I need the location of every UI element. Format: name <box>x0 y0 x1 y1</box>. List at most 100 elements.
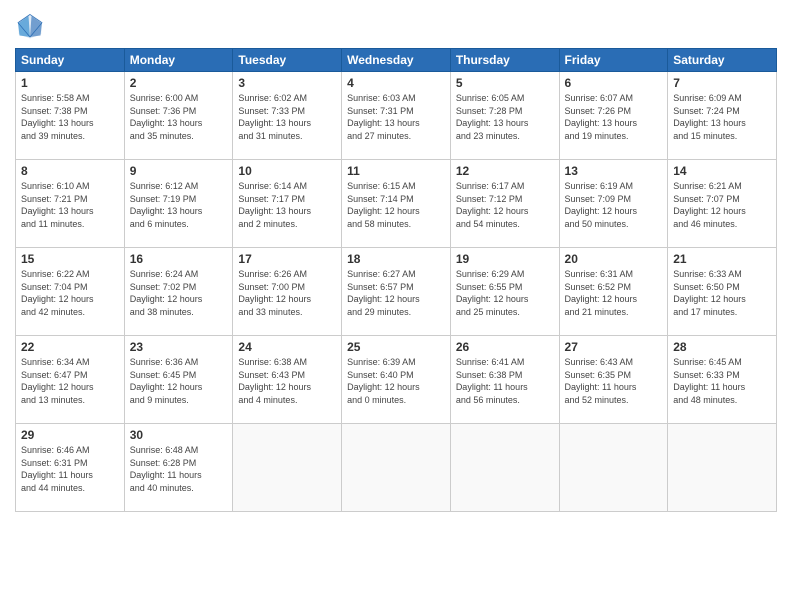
day-info: Sunrise: 6:05 AM Sunset: 7:28 PM Dayligh… <box>456 92 554 142</box>
day-info: Sunrise: 6:19 AM Sunset: 7:09 PM Dayligh… <box>565 180 663 230</box>
weekday-row: SundayMondayTuesdayWednesdayThursdayFrid… <box>16 49 777 72</box>
calendar-day: 12 Sunrise: 6:17 AM Sunset: 7:12 PM Dayli… <box>450 160 559 248</box>
day-number: 30 <box>130 428 228 442</box>
calendar-week: 22 Sunrise: 6:34 AM Sunset: 6:47 PM Dayli… <box>16 336 777 424</box>
calendar-day: 10 Sunrise: 6:14 AM Sunset: 7:17 PM Dayli… <box>233 160 342 248</box>
calendar-week: 15Sunrise: 6:22 AM Sunset: 7:04 PM Dayli… <box>16 248 777 336</box>
day-number: 12 <box>456 164 554 178</box>
day-number: 24 <box>238 340 336 354</box>
calendar-day: 7 Sunrise: 6:09 AM Sunset: 7:24 PM Daylig… <box>668 72 777 160</box>
day-info: Sunrise: 6:14 AM Sunset: 7:17 PM Dayligh… <box>238 180 336 230</box>
day-info: Sunrise: 6:26 AM Sunset: 7:00 PM Dayligh… <box>238 268 336 318</box>
day-number: 18 <box>347 252 445 266</box>
calendar-day: 3Sunrise: 6:02 AM Sunset: 7:33 PM Daylig… <box>233 72 342 160</box>
day-number: 22 <box>21 340 119 354</box>
weekday-header: Friday <box>559 49 668 72</box>
weekday-header: Tuesday <box>233 49 342 72</box>
day-info: Sunrise: 6:41 AM Sunset: 6:38 PM Dayligh… <box>456 356 554 406</box>
calendar-day: 2 Sunrise: 6:00 AM Sunset: 7:36 PM Daylig… <box>124 72 233 160</box>
calendar-header: SundayMondayTuesdayWednesdayThursdayFrid… <box>16 49 777 72</box>
day-number: 6 <box>565 76 663 90</box>
day-info: Sunrise: 6:43 AM Sunset: 6:35 PM Dayligh… <box>565 356 663 406</box>
calendar-day: 8 Sunrise: 6:10 AM Sunset: 7:21 PM Daylig… <box>16 160 125 248</box>
day-info: Sunrise: 6:12 AM Sunset: 7:19 PM Dayligh… <box>130 180 228 230</box>
calendar-day: 21Sunrise: 6:33 AM Sunset: 6:50 PM Dayli… <box>668 248 777 336</box>
day-number: 5 <box>456 76 554 90</box>
day-number: 2 <box>130 76 228 90</box>
day-info: Sunrise: 6:15 AM Sunset: 7:14 PM Dayligh… <box>347 180 445 230</box>
day-info: Sunrise: 6:34 AM Sunset: 6:47 PM Dayligh… <box>21 356 119 406</box>
header <box>15 10 777 40</box>
calendar-day: 25 Sunrise: 6:39 AM Sunset: 6:40 PM Dayli… <box>342 336 451 424</box>
day-info: Sunrise: 6:10 AM Sunset: 7:21 PM Dayligh… <box>21 180 119 230</box>
calendar-day: 28Sunrise: 6:45 AM Sunset: 6:33 PM Dayli… <box>668 336 777 424</box>
day-number: 8 <box>21 164 119 178</box>
calendar-week: 1 Sunrise: 5:58 AM Sunset: 7:38 PM Daylig… <box>16 72 777 160</box>
day-number: 7 <box>673 76 771 90</box>
day-info: Sunrise: 6:29 AM Sunset: 6:55 PM Dayligh… <box>456 268 554 318</box>
day-number: 11 <box>347 164 445 178</box>
calendar-day: 20Sunrise: 6:31 AM Sunset: 6:52 PM Dayli… <box>559 248 668 336</box>
day-number: 14 <box>673 164 771 178</box>
page: SundayMondayTuesdayWednesdayThursdayFrid… <box>0 0 792 612</box>
day-info: Sunrise: 6:38 AM Sunset: 6:43 PM Dayligh… <box>238 356 336 406</box>
day-number: 15 <box>21 252 119 266</box>
calendar-day: 23 Sunrise: 6:36 AM Sunset: 6:45 PM Dayli… <box>124 336 233 424</box>
calendar-day <box>233 424 342 512</box>
day-number: 29 <box>21 428 119 442</box>
calendar-day: 24 Sunrise: 6:38 AM Sunset: 6:43 PM Dayli… <box>233 336 342 424</box>
weekday-header: Sunday <box>16 49 125 72</box>
day-number: 21 <box>673 252 771 266</box>
calendar-day: 15Sunrise: 6:22 AM Sunset: 7:04 PM Dayli… <box>16 248 125 336</box>
calendar: SundayMondayTuesdayWednesdayThursdayFrid… <box>15 48 777 512</box>
logo-icon <box>15 10 45 40</box>
weekday-header: Saturday <box>668 49 777 72</box>
calendar-day <box>559 424 668 512</box>
calendar-day: 17 Sunrise: 6:26 AM Sunset: 7:00 PM Dayli… <box>233 248 342 336</box>
calendar-day: 27Sunrise: 6:43 AM Sunset: 6:35 PM Dayli… <box>559 336 668 424</box>
day-number: 13 <box>565 164 663 178</box>
day-info: Sunrise: 6:21 AM Sunset: 7:07 PM Dayligh… <box>673 180 771 230</box>
calendar-day: 9 Sunrise: 6:12 AM Sunset: 7:19 PM Daylig… <box>124 160 233 248</box>
calendar-day <box>668 424 777 512</box>
day-info: Sunrise: 6:00 AM Sunset: 7:36 PM Dayligh… <box>130 92 228 142</box>
day-info: Sunrise: 6:09 AM Sunset: 7:24 PM Dayligh… <box>673 92 771 142</box>
calendar-day: 4 Sunrise: 6:03 AM Sunset: 7:31 PM Daylig… <box>342 72 451 160</box>
logo <box>15 10 49 40</box>
day-info: Sunrise: 6:07 AM Sunset: 7:26 PM Dayligh… <box>565 92 663 142</box>
day-number: 19 <box>456 252 554 266</box>
day-info: Sunrise: 6:48 AM Sunset: 6:28 PM Dayligh… <box>130 444 228 494</box>
day-info: Sunrise: 6:17 AM Sunset: 7:12 PM Dayligh… <box>456 180 554 230</box>
calendar-day: 6 Sunrise: 6:07 AM Sunset: 7:26 PM Daylig… <box>559 72 668 160</box>
day-info: Sunrise: 6:46 AM Sunset: 6:31 PM Dayligh… <box>21 444 119 494</box>
day-number: 4 <box>347 76 445 90</box>
day-info: Sunrise: 6:24 AM Sunset: 7:02 PM Dayligh… <box>130 268 228 318</box>
weekday-header: Monday <box>124 49 233 72</box>
day-info: Sunrise: 6:36 AM Sunset: 6:45 PM Dayligh… <box>130 356 228 406</box>
calendar-day: 1 Sunrise: 5:58 AM Sunset: 7:38 PM Daylig… <box>16 72 125 160</box>
calendar-body: 1 Sunrise: 5:58 AM Sunset: 7:38 PM Daylig… <box>16 72 777 512</box>
day-number: 10 <box>238 164 336 178</box>
day-number: 28 <box>673 340 771 354</box>
day-info: Sunrise: 5:58 AM Sunset: 7:38 PM Dayligh… <box>21 92 119 142</box>
calendar-day: 14 Sunrise: 6:21 AM Sunset: 7:07 PM Dayli… <box>668 160 777 248</box>
calendar-day: 22 Sunrise: 6:34 AM Sunset: 6:47 PM Dayli… <box>16 336 125 424</box>
day-info: Sunrise: 6:39 AM Sunset: 6:40 PM Dayligh… <box>347 356 445 406</box>
day-info: Sunrise: 6:02 AM Sunset: 7:33 PM Dayligh… <box>238 92 336 142</box>
day-number: 25 <box>347 340 445 354</box>
day-number: 26 <box>456 340 554 354</box>
day-number: 17 <box>238 252 336 266</box>
calendar-day: 29 Sunrise: 6:46 AM Sunset: 6:31 PM Dayli… <box>16 424 125 512</box>
calendar-day: 26 Sunrise: 6:41 AM Sunset: 6:38 PM Dayli… <box>450 336 559 424</box>
calendar-day: 19 Sunrise: 6:29 AM Sunset: 6:55 PM Dayli… <box>450 248 559 336</box>
day-number: 23 <box>130 340 228 354</box>
calendar-day: 5 Sunrise: 6:05 AM Sunset: 7:28 PM Daylig… <box>450 72 559 160</box>
day-number: 1 <box>21 76 119 90</box>
calendar-day: 13 Sunrise: 6:19 AM Sunset: 7:09 PM Dayli… <box>559 160 668 248</box>
day-info: Sunrise: 6:03 AM Sunset: 7:31 PM Dayligh… <box>347 92 445 142</box>
calendar-day <box>342 424 451 512</box>
day-number: 9 <box>130 164 228 178</box>
day-info: Sunrise: 6:27 AM Sunset: 6:57 PM Dayligh… <box>347 268 445 318</box>
calendar-week: 8 Sunrise: 6:10 AM Sunset: 7:21 PM Daylig… <box>16 160 777 248</box>
calendar-day <box>450 424 559 512</box>
